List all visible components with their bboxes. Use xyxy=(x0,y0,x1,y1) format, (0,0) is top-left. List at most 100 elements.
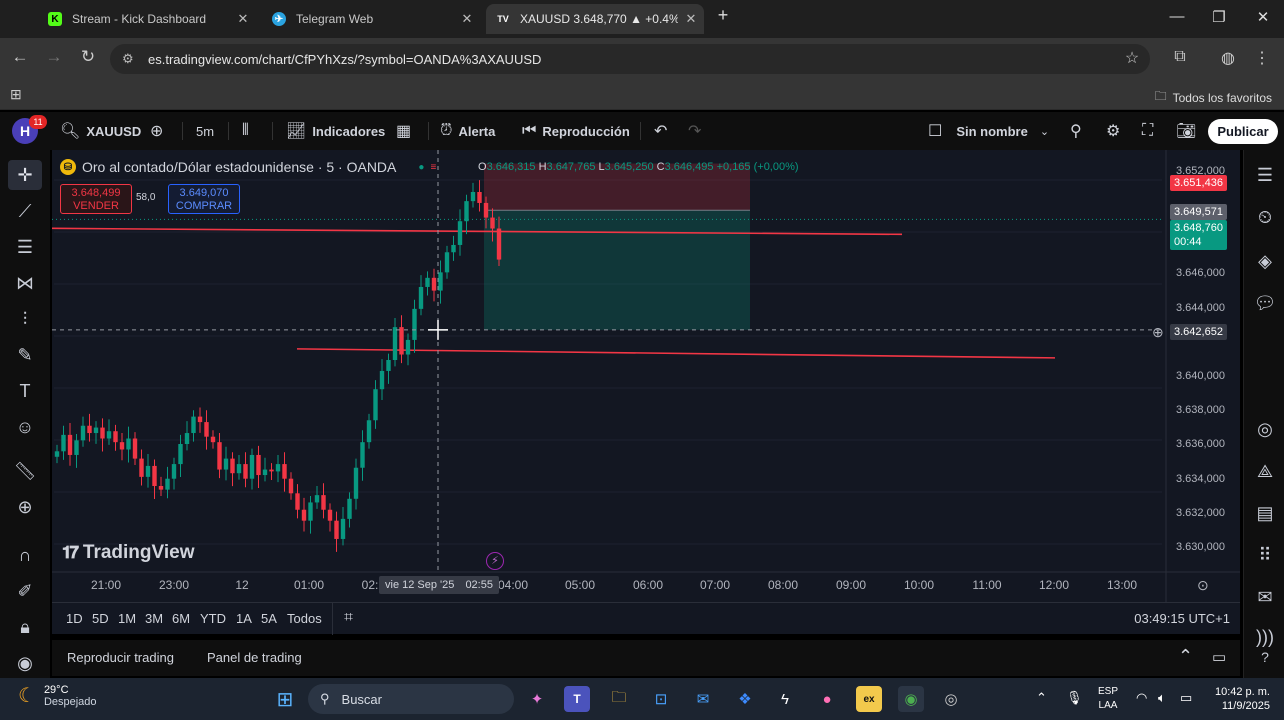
trend-line-tool-icon[interactable]: ⟋ xyxy=(8,196,42,226)
url-field[interactable]: ⚙ es.tradingview.com/chart/CfPYhXzs/?sym… xyxy=(110,44,1150,74)
sell-button[interactable]: 3.648,499 VENDER xyxy=(60,184,132,214)
chart-type-button[interactable]: ⫴ xyxy=(242,112,249,150)
symbol-search-button[interactable]: 🔍︎ XAUUSD xyxy=(60,112,141,150)
language-indicator[interactable]: ESP LAA xyxy=(1098,685,1118,713)
close-tab-icon[interactable]: ✕ xyxy=(454,11,480,27)
range-5d[interactable]: 5D xyxy=(92,611,109,626)
windows-start-icon[interactable]: ⊞ xyxy=(272,686,298,712)
settings-button[interactable]: ⚙ xyxy=(1106,112,1120,150)
indicators-button[interactable]: 📈︎ Indicadores xyxy=(286,112,385,150)
chrome-icon[interactable]: ◉ xyxy=(898,686,924,712)
restore-icon[interactable]: ❐ xyxy=(1204,8,1234,26)
app-lightning-icon[interactable]: ϟ xyxy=(772,686,798,712)
event-lightning-icon[interactable]: ⚡︎ xyxy=(486,552,504,570)
buy-button[interactable]: 3.649,070 COMPRAR xyxy=(168,184,240,214)
redo-button[interactable]: ↷ xyxy=(688,112,701,150)
compare-symbol-button[interactable]: ⊕ xyxy=(150,112,163,150)
undo-button[interactable]: ↶ xyxy=(654,112,667,150)
fib-retracement-tool-icon[interactable]: ☰ xyxy=(8,232,42,262)
pattern-tool-icon[interactable]: ⋈ xyxy=(8,268,42,298)
minimize-icon[interactable]: — xyxy=(1162,8,1192,25)
tray-chevron-icon[interactable]: ⌃ xyxy=(1036,690,1047,706)
tab-telegram-web[interactable]: ✈ Telegram Web ✕ xyxy=(262,4,480,34)
close-tab-icon[interactable]: ✕ xyxy=(678,11,704,27)
weather-widget[interactable]: ☾ 29°C Despejado xyxy=(18,683,97,708)
replay-button[interactable]: ⏮ Reproducción xyxy=(522,112,630,150)
range-6m[interactable]: 6M xyxy=(172,611,190,626)
extensions-icon[interactable]: ⧉ xyxy=(1168,48,1192,66)
watchlist-icon[interactable]: ☰ xyxy=(1250,160,1280,190)
bookmark-star-icon[interactable]: ☆ xyxy=(1120,48,1144,68)
notifications-icon[interactable]: ✉ xyxy=(1250,582,1280,612)
lock-icon[interactable]: 🔒︎ xyxy=(8,612,42,642)
microphone-icon[interactable]: 🎙︎ xyxy=(1066,690,1083,706)
chart-pane[interactable]: ⛁ Oro al contado/Dólar estadounidense · … xyxy=(52,150,1240,602)
close-window-icon[interactable]: ✕ xyxy=(1248,8,1278,26)
tab-xauusd[interactable]: TV XAUUSD 3.648,770 ▲ +0.4% Si ✕ xyxy=(486,4,704,34)
snapshot-button[interactable]: 📷︎ xyxy=(1176,112,1196,150)
layout-name-button[interactable]: ☐ Sin nombre ⌄ xyxy=(928,112,1049,150)
range-3m[interactable]: 3M xyxy=(145,611,163,626)
back-icon[interactable]: ← xyxy=(8,47,32,67)
ruler-tool-icon[interactable]: 📏︎ xyxy=(8,456,42,486)
tab-kick-dashboard[interactable]: K Stream - Kick Dashboard ✕ xyxy=(38,4,256,34)
price-chart-svg[interactable] xyxy=(52,150,1240,602)
crosshair-tool-icon[interactable]: ✛ xyxy=(8,160,42,190)
chevron-up-icon[interactable]: ⌃ xyxy=(1178,646,1193,667)
site-settings-icon[interactable]: ⚙ xyxy=(122,51,134,67)
close-tab-icon[interactable]: ✕ xyxy=(230,11,256,27)
zoom-in-tool-icon[interactable]: ⊕ xyxy=(8,492,42,522)
teams-icon[interactable]: T xyxy=(564,686,590,712)
range-1m[interactable]: 1M xyxy=(118,611,136,626)
publish-button[interactable]: Publicar xyxy=(1208,119,1278,144)
taskbar-clock[interactable]: 10:42 p. m. 11/9/2025 xyxy=(1208,685,1270,713)
layers-icon[interactable]: ◈ xyxy=(1250,246,1280,276)
file-explorer-icon[interactable]: 🗀 xyxy=(606,686,632,712)
projection-tool-icon[interactable]: ⫶ xyxy=(8,304,42,334)
profile-icon[interactable]: ◍ xyxy=(1216,48,1240,68)
maximize-panel-icon[interactable]: ▭ xyxy=(1212,648,1226,666)
symbol-legend[interactable]: ⛁ Oro al contado/Dólar estadounidense · … xyxy=(60,159,436,175)
help-icon[interactable]: ? xyxy=(1250,642,1280,672)
alert-button[interactable]: ⏰︎ Alerta xyxy=(440,112,495,150)
range-all[interactable]: Todos xyxy=(287,611,322,626)
chat-icon[interactable]: 💬︎ xyxy=(1250,288,1280,318)
all-bookmarks-button[interactable]: 🗀 Todos los favoritos xyxy=(1155,87,1272,108)
app-circle-icon[interactable]: ● xyxy=(814,686,840,712)
go-to-date-icon[interactable]: ⌗ xyxy=(344,609,353,627)
quick-search-button[interactable]: ⚲ xyxy=(1070,112,1082,150)
brush-tool-icon[interactable]: ✎ xyxy=(8,340,42,370)
emoji-tool-icon[interactable]: ☺ xyxy=(8,412,42,442)
ideas-icon[interactable]: ⟁ xyxy=(1250,456,1280,486)
alerts-clock-icon[interactable]: ⏲ xyxy=(1250,202,1280,232)
tab-trading-panel[interactable]: Panel de trading xyxy=(207,650,302,665)
timezone-clock[interactable]: 03:49:15 UTC+1 xyxy=(1134,611,1230,626)
lock-drawing-icon[interactable]: ✐ xyxy=(8,576,42,606)
apps-dots-icon[interactable]: ⠿ xyxy=(1250,540,1280,570)
range-1a[interactable]: 1A xyxy=(236,611,252,626)
battery-icon[interactable]: ▭ xyxy=(1180,690,1192,706)
store-icon[interactable]: ⊡ xyxy=(648,686,674,712)
range-ytd[interactable]: YTD xyxy=(200,611,226,626)
text-tool-icon[interactable]: T xyxy=(8,376,42,406)
mail-icon[interactable]: ✉ xyxy=(690,686,716,712)
templates-button[interactable]: ▦ xyxy=(396,112,411,150)
time-settings-icon[interactable]: ⊙ xyxy=(1197,577,1209,594)
reload-icon[interactable]: ↻ xyxy=(76,47,100,67)
calendar-icon[interactable]: ▤ xyxy=(1250,498,1280,528)
browser-menu-icon[interactable]: ⋮ xyxy=(1250,48,1274,68)
visibility-eye-icon[interactable]: ◉ xyxy=(8,648,42,678)
excel-like-icon[interactable]: ex xyxy=(856,686,882,712)
fullscreen-button[interactable]: ⛶ xyxy=(1142,112,1153,150)
dropbox-icon[interactable]: ❖ xyxy=(732,686,758,712)
range-1d[interactable]: 1D xyxy=(66,611,83,626)
new-tab-button[interactable]: + xyxy=(708,5,738,26)
wifi-icon[interactable]: ◠ xyxy=(1136,690,1147,706)
target-icon[interactable]: ◎ xyxy=(1250,414,1280,444)
magnet-tool-icon[interactable]: ∩ xyxy=(8,540,42,570)
taskbar-search[interactable]: ⚲ Buscar xyxy=(308,684,514,714)
add-alert-plus-icon[interactable]: ⊕ xyxy=(1152,324,1164,340)
tab-trading-replay[interactable]: Reproducir trading xyxy=(67,650,174,665)
interval-button[interactable]: 5m xyxy=(196,112,214,150)
volume-icon[interactable]: 🔈︎ xyxy=(1158,690,1166,706)
